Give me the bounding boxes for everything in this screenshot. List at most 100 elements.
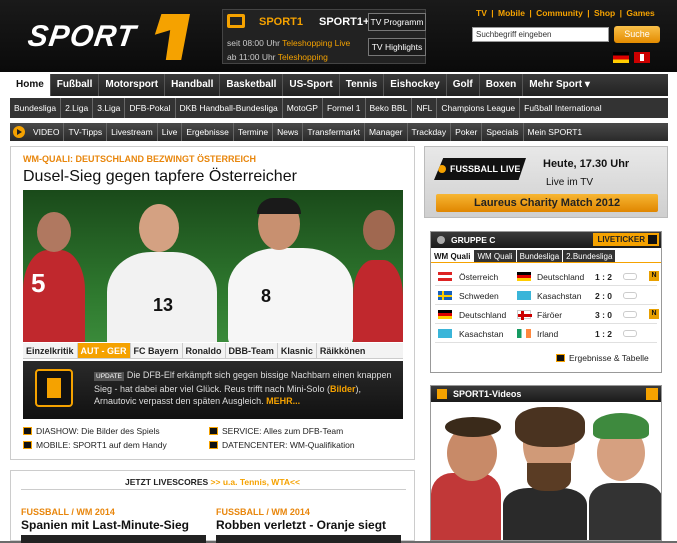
promo-time: Heute, 17.30 Uhr bbox=[543, 158, 630, 170]
tab-sport1-plus[interactable]: SPORT1+ bbox=[313, 13, 375, 31]
video-nav-item[interactable]: News bbox=[273, 123, 304, 141]
tab-klasnic[interactable]: Klasnic bbox=[278, 343, 317, 358]
link-datencenter[interactable]: DATENCENTER: WM-Qualifikation bbox=[209, 440, 355, 450]
swiss-flag-icon[interactable] bbox=[634, 52, 650, 63]
match-row[interactable]: Schweden Kasachstan 2 : 0 bbox=[435, 287, 657, 305]
match-row[interactable]: Österreich Deutschland 1 : 2 N bbox=[435, 268, 659, 286]
results-table-link[interactable]: Ergebnisse & Tabelle bbox=[556, 353, 649, 363]
video-nav-item[interactable]: Ergebnisse bbox=[182, 123, 234, 141]
nav-mehr-sport[interactable]: Mehr Sport ▾ bbox=[523, 74, 596, 96]
subnav-item[interactable]: Fußball International bbox=[520, 98, 606, 118]
teaser-more-link[interactable]: MEHR... bbox=[266, 396, 300, 406]
sport1-logo[interactable]: SPORT bbox=[26, 14, 190, 60]
news-headline[interactable]: Robben verletzt - Oranje siegt bbox=[216, 518, 386, 532]
top-link-mobile[interactable]: Mobile bbox=[498, 8, 525, 18]
subnav-item[interactable]: DFB-Pokal bbox=[125, 98, 176, 118]
tab-aut-ger[interactable]: AUT - GER bbox=[77, 343, 131, 358]
nav-us-sport[interactable]: US-Sport bbox=[283, 74, 340, 96]
match-row[interactable]: Kasachstan Irland 1 : 2 bbox=[435, 325, 657, 343]
top-link-sep: | bbox=[529, 8, 532, 18]
nav-golf[interactable]: Golf bbox=[447, 74, 480, 96]
subnav-item[interactable]: NFL bbox=[412, 98, 438, 118]
livescores-title[interactable]: JETZT LIVESCORES bbox=[125, 477, 208, 487]
top-link-tv[interactable]: TV bbox=[476, 8, 487, 18]
video-nav-item[interactable]: Trackday bbox=[408, 123, 452, 141]
tab-sport1[interactable]: SPORT1 bbox=[253, 13, 309, 31]
nav-fussball[interactable]: Fußball bbox=[51, 74, 100, 96]
subnav-item[interactable]: 2.Liga bbox=[61, 98, 94, 118]
tab-dbb-team[interactable]: DBB-Team bbox=[226, 343, 278, 358]
livescores-extra[interactable]: >> u.a. Tennis, WTA<< bbox=[211, 477, 300, 487]
video-nav-item[interactable]: Poker bbox=[451, 123, 483, 141]
nav-eishockey[interactable]: Eishockey bbox=[384, 74, 447, 96]
nav-tennis[interactable]: Tennis bbox=[340, 74, 385, 96]
subnav-item[interactable]: Formel 1 bbox=[323, 98, 366, 118]
subnav-item[interactable]: Beko BBL bbox=[366, 98, 413, 118]
tv-highlights-button[interactable]: TV Highlights bbox=[368, 38, 426, 56]
nav-handball[interactable]: Handball bbox=[165, 74, 221, 96]
tab-bundesliga[interactable]: Bundesliga bbox=[516, 250, 563, 262]
link-label: SERVICE: Alles zum DFB-Team bbox=[222, 426, 344, 436]
story-photo[interactable]: 5 13 8 bbox=[23, 190, 403, 342]
search-button[interactable]: Suche bbox=[614, 26, 660, 43]
news-image[interactable] bbox=[216, 535, 401, 543]
link-diashow[interactable]: DIASHOW: Die Bilder des Spiels bbox=[23, 426, 160, 436]
video-nav-item[interactable]: Termine bbox=[234, 123, 274, 141]
top-link-shop[interactable]: Shop bbox=[594, 8, 615, 18]
subnav-item[interactable]: Champions League bbox=[437, 98, 521, 118]
news-headline[interactable]: Spanien mit Last-Minute-Sieg bbox=[21, 518, 189, 532]
tab-wm-quali-active[interactable]: WM Quali bbox=[431, 250, 474, 262]
tab-raeikkoenen[interactable]: Räikkönen bbox=[317, 343, 369, 358]
logo-one-mark bbox=[154, 14, 190, 60]
liveticker-button[interactable]: LIVETICKER bbox=[593, 233, 659, 246]
video-nav-item[interactable]: Manager bbox=[365, 123, 408, 141]
video-nav-item[interactable]: Specials bbox=[482, 123, 524, 141]
top-link-sep: | bbox=[619, 8, 622, 18]
news-badge[interactable]: N bbox=[649, 309, 659, 319]
nav-motorsport[interactable]: Motorsport bbox=[99, 74, 166, 96]
top-link-games[interactable]: Games bbox=[626, 8, 654, 18]
tv-line-now-show[interactable]: Teleshopping Live bbox=[282, 38, 350, 48]
video-nav-item[interactable]: TV-Tipps bbox=[64, 123, 108, 141]
top-link-community[interactable]: Community bbox=[536, 8, 583, 18]
videos-title[interactable]: SPORT1-Videos bbox=[453, 389, 521, 399]
promo-title[interactable]: Laureus Charity Match 2012 bbox=[436, 194, 658, 212]
tab-wm-quali[interactable]: WM Quali bbox=[474, 250, 516, 262]
news-kicker[interactable]: FUSSBALL / WM 2014 bbox=[216, 507, 310, 517]
news-kicker[interactable]: FUSSBALL / WM 2014 bbox=[21, 507, 115, 517]
promo-channel: Live im TV bbox=[546, 177, 594, 188]
tab-fc-bayern[interactable]: FC Bayern bbox=[131, 343, 183, 358]
news-image[interactable] bbox=[21, 535, 206, 543]
news-badge[interactable]: N bbox=[649, 271, 659, 281]
tab-2-bundesliga[interactable]: 2.Bundesliga bbox=[563, 250, 616, 262]
story-kicker[interactable]: WM-QUALI: DEUTSCHLAND BEZWINGT ÖSTERREIC… bbox=[23, 154, 256, 164]
subnav-item[interactable]: Bundesliga bbox=[10, 98, 62, 118]
search-input[interactable]: Suchbegriff eingeben bbox=[472, 27, 609, 42]
fussball-live-promo[interactable]: FUSSBALL LIVE Heute, 17.30 Uhr Live im T… bbox=[424, 146, 668, 218]
tv-line-next-show[interactable]: Teleshopping bbox=[278, 52, 328, 62]
video-nav-item[interactable]: Mein SPORT1 bbox=[524, 123, 587, 141]
nav-boxen[interactable]: Boxen bbox=[480, 74, 524, 96]
nav-home[interactable]: Home bbox=[10, 74, 51, 96]
video-nav-item[interactable]: Livestream bbox=[107, 123, 158, 141]
nav-basketball[interactable]: Basketball bbox=[220, 74, 284, 96]
tv-program-button[interactable]: TV Programm bbox=[368, 13, 426, 31]
german-flag-icon[interactable] bbox=[613, 52, 629, 63]
teaser-bilder-link[interactable]: Bilder bbox=[330, 384, 356, 394]
link-mobile[interactable]: MOBILE: SPORT1 auf dem Handy bbox=[23, 440, 167, 450]
subnav-item[interactable]: 3.Liga bbox=[93, 98, 126, 118]
livescores-header: JETZT LIVESCORES >> u.a. Tennis, WTA<< bbox=[11, 477, 414, 487]
arrow-icon[interactable] bbox=[646, 388, 658, 400]
tab-ronaldo[interactable]: Ronaldo bbox=[183, 343, 226, 358]
match-score: 1 : 2 bbox=[595, 329, 613, 339]
video-nav-item[interactable]: Live bbox=[158, 123, 183, 141]
video-nav-video[interactable]: VIDEO bbox=[29, 123, 65, 141]
subnav-item[interactable]: DKB Handball-Bundesliga bbox=[176, 98, 283, 118]
video-nav-item[interactable]: Transfermarkt bbox=[303, 123, 365, 141]
subnav-item[interactable]: MotoGP bbox=[283, 98, 323, 118]
tab-einzelkritik[interactable]: Einzelkritik bbox=[23, 343, 78, 358]
video-thumbnail[interactable] bbox=[431, 403, 661, 540]
story-headline[interactable]: Dusel-Sieg gegen tapfere Österreicher bbox=[23, 168, 297, 186]
link-service[interactable]: SERVICE: Alles zum DFB-Team bbox=[209, 426, 343, 436]
match-row[interactable]: Deutschland Färöer 3 : 0 N bbox=[435, 306, 659, 324]
